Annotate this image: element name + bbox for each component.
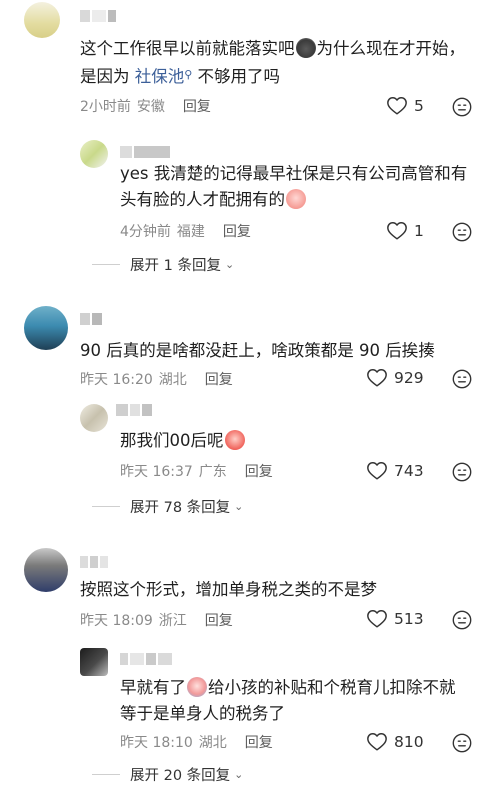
divider <box>92 506 120 507</box>
emoji-reaction-icon[interactable] <box>451 96 473 118</box>
like-count: 743 <box>394 462 424 480</box>
timestamp: 昨天 18:10 <box>120 735 193 751</box>
laughing-emoji-icon <box>224 430 245 450</box>
piglet-emoji-icon <box>286 189 306 209</box>
heart-icon <box>386 95 408 117</box>
reply-button[interactable]: 回复 <box>223 224 251 240</box>
like-button[interactable]: 1 <box>386 220 424 242</box>
emoji-reaction-icon[interactable] <box>451 732 473 754</box>
search-link[interactable]: 社保池 <box>135 67 185 86</box>
like-button[interactable]: 513 <box>366 608 424 630</box>
cat-sticker-icon <box>295 38 316 58</box>
like-button[interactable]: 929 <box>366 367 424 389</box>
reply-button[interactable]: 回复 <box>245 735 273 751</box>
timestamp: 昨天 16:20 <box>80 372 153 388</box>
like-count: 929 <box>394 369 424 387</box>
location: 福建 <box>176 224 205 240</box>
comment-meta: 昨天 18:09 浙江 回复 <box>80 610 239 630</box>
username-redacted[interactable] <box>80 10 118 22</box>
like-count: 513 <box>394 610 424 628</box>
username-redacted[interactable] <box>80 556 110 568</box>
reply-text: 早就有了 给小孩的补贴和个税育儿扣除不就等于是单身人的税务了 <box>120 677 456 723</box>
location: 安徽 <box>136 99 165 115</box>
avatar[interactable] <box>24 306 68 350</box>
emoji-reaction-icon[interactable] <box>451 368 473 390</box>
reply-button[interactable]: 回复 <box>205 372 233 388</box>
location: 湖北 <box>198 735 227 751</box>
like-button[interactable]: 5 <box>386 95 424 117</box>
timestamp: 2小时前 <box>80 99 131 115</box>
like-count: 810 <box>394 733 424 751</box>
emoji-reaction-icon[interactable] <box>451 221 473 243</box>
username-redacted[interactable] <box>120 653 174 665</box>
comment-text: 90 后真的是啥都没赶上，啥政策都是 90 后挨揍 <box>80 341 435 360</box>
chevron-down-icon: ⌄ <box>234 768 244 781</box>
expand-replies-button[interactable]: 展开 20 条回复 ⌄ <box>92 764 243 785</box>
like-button[interactable]: 810 <box>366 731 424 753</box>
reply-text: 那我们00后呢 <box>120 428 460 454</box>
username-redacted[interactable] <box>120 146 172 158</box>
avatar[interactable] <box>24 2 60 38</box>
comment-meta: 2小时前 安徽 回复 <box>80 96 217 116</box>
comment-text: 这个工作很早以前就能落实吧 为什么现在才开始，是因为 社保池⚲ 不够用了吗 <box>80 38 465 86</box>
avatar[interactable] <box>80 404 108 432</box>
reply-meta: 昨天 16:37 广东 回复 <box>120 461 279 481</box>
divider <box>92 264 120 265</box>
like-button[interactable]: 743 <box>366 460 424 482</box>
heart-icon <box>366 460 388 482</box>
heart-icon <box>366 367 388 389</box>
timestamp: 4分钟前 <box>120 224 171 240</box>
comment-text: 按照这个形式，增加单身税之类的不是梦 <box>80 580 377 599</box>
location: 湖北 <box>158 372 187 388</box>
heart-icon <box>366 608 388 630</box>
reply-button[interactable]: 回复 <box>245 464 273 480</box>
reply-button[interactable]: 回复 <box>205 613 233 629</box>
chevron-down-icon: ⌄ <box>234 500 244 513</box>
avatar[interactable] <box>80 140 108 168</box>
location: 广东 <box>198 464 227 480</box>
heart-icon <box>386 220 408 242</box>
chevron-down-icon: ⌄ <box>224 258 235 271</box>
location: 浙江 <box>158 613 187 629</box>
like-count: 1 <box>414 222 424 240</box>
like-count: 5 <box>414 97 424 115</box>
username-redacted[interactable] <box>116 404 154 416</box>
comment-meta: 昨天 16:20 湖北 回复 <box>80 369 239 389</box>
heart-icon <box>366 731 388 753</box>
divider <box>92 774 120 775</box>
reply-text: yes 我清楚的记得最早社保是只有公司高管和有头有脸的人才配拥有的 <box>120 164 468 209</box>
emoji-reaction-icon[interactable] <box>451 609 473 631</box>
timestamp: 昨天 18:09 <box>80 613 153 629</box>
avatar[interactable] <box>24 548 68 592</box>
expand-replies-button[interactable]: 展开 1 条回复 ⌄ <box>92 254 234 275</box>
username-redacted[interactable] <box>80 313 104 325</box>
emoji-reaction-icon[interactable] <box>451 461 473 483</box>
reply-meta: 昨天 18:10 湖北 回复 <box>120 732 279 752</box>
timestamp: 昨天 16:37 <box>120 464 193 480</box>
avatar[interactable] <box>80 648 108 676</box>
crying-emoji-icon <box>187 677 207 697</box>
expand-replies-button[interactable]: 展开 78 条回复 ⌄ <box>92 496 243 517</box>
reply-meta: 4分钟前 福建 回复 <box>120 221 257 241</box>
reply-button[interactable]: 回复 <box>183 99 211 115</box>
